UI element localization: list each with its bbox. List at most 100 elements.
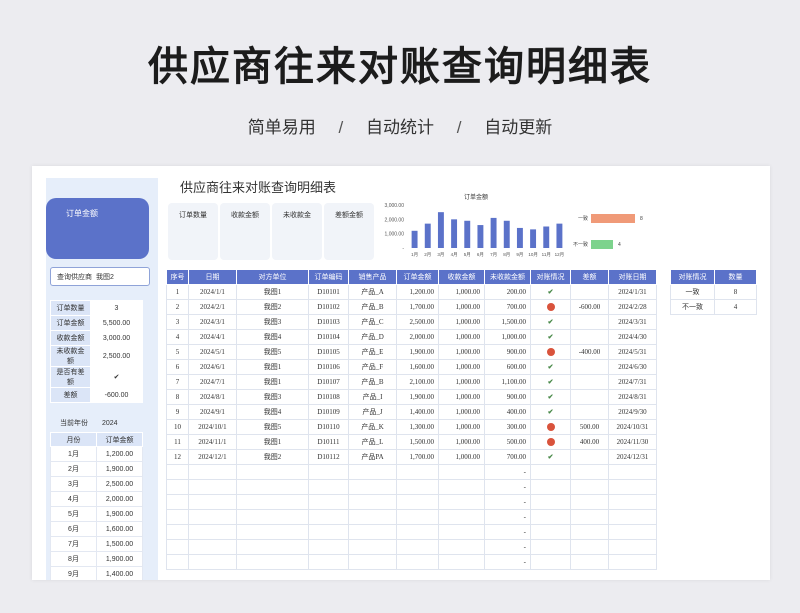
empty-row: - bbox=[166, 554, 657, 570]
empty-cell bbox=[348, 554, 397, 570]
table-cell: 产品_B bbox=[348, 299, 397, 315]
empty-cell bbox=[308, 554, 349, 570]
empty-cell bbox=[348, 494, 397, 510]
year-label: 当前年份 bbox=[60, 420, 88, 427]
table-cell: 300.00 bbox=[484, 419, 531, 435]
empty-cell bbox=[166, 509, 189, 525]
table-cell bbox=[570, 314, 609, 330]
column-header[interactable]: 差额 bbox=[570, 269, 609, 285]
table-cell: 2024/10/1 bbox=[188, 419, 237, 435]
month-cell: 1月 bbox=[50, 446, 97, 462]
table-cell: ✔ bbox=[530, 374, 571, 390]
x-tick-label: 3月 bbox=[437, 252, 444, 258]
empty-row: - bbox=[166, 524, 657, 540]
empty-cell bbox=[236, 464, 309, 480]
table-cell bbox=[570, 284, 609, 300]
column-header[interactable]: 收款金额 bbox=[438, 269, 485, 285]
empty-cell bbox=[348, 539, 397, 555]
table-row[interactable]: 11 2024/11/1 我图1 D10111 产品_L 1,500.00 1,000.00… bbox=[166, 434, 657, 450]
month-row: 1月 1,200.00 bbox=[50, 446, 143, 462]
month-cell: 9月 bbox=[50, 566, 97, 580]
month-cell: 8月 bbox=[50, 551, 97, 567]
y-tick-label: 1,000.00 bbox=[385, 232, 405, 238]
empty-row: - bbox=[166, 464, 657, 480]
column-header[interactable]: 对账情况 bbox=[530, 269, 571, 285]
table-cell: 1,000.00 bbox=[438, 374, 485, 390]
month-row: 4月 2,000.00 bbox=[50, 491, 143, 507]
table-cell: 6 bbox=[166, 359, 189, 375]
table-cell: 1,000.00 bbox=[438, 359, 485, 375]
table-cell: D10108 bbox=[308, 389, 349, 405]
table-row[interactable]: 4 2024/4/1 我图4 D10104 产品_D 2,000.00 1,000.00 1,… bbox=[166, 329, 657, 345]
column-header[interactable]: 订单金额 bbox=[396, 269, 439, 285]
spreadsheet: 订单金额 查询供应商 我图2 订单数量 3 订单金额 5,500.00 收款金额 3,000… bbox=[32, 166, 770, 580]
mismatch-dot-icon bbox=[546, 303, 555, 312]
summary-key: 是否有差额 bbox=[50, 366, 91, 388]
table-row[interactable]: 6 2024/6/1 我图1 D10106 产品_F 1,600.00 1,000.00 60… bbox=[166, 359, 657, 375]
status-row: 一致 8 bbox=[670, 284, 757, 300]
table-cell: 2,100.00 bbox=[396, 374, 439, 390]
table-cell: 2024/1/1 bbox=[188, 284, 237, 300]
empty-cell bbox=[308, 509, 349, 525]
summary-row: 订单金额 5,500.00 bbox=[50, 315, 143, 331]
table-cell: 2024/3/31 bbox=[608, 314, 657, 330]
column-header[interactable]: 序号 bbox=[166, 269, 189, 285]
table-row[interactable]: 9 2024/9/1 我图4 D10109 产品_J 1,400.00 1,000.00 40… bbox=[166, 404, 657, 420]
status-header: 对账情况 bbox=[670, 269, 715, 285]
table-cell: 我图1 bbox=[236, 434, 309, 450]
supplier-selector[interactable]: 查询供应商 我图2 bbox=[50, 267, 150, 286]
summary-value: 5,500.00 bbox=[90, 315, 143, 331]
month-row: 8月 1,900.00 bbox=[50, 551, 143, 567]
table-row[interactable]: 1 2024/1/1 我图1 D10101 产品_A 1,200.00 1,000.00 20… bbox=[166, 284, 657, 300]
column-header[interactable]: 未收款金额 bbox=[484, 269, 531, 285]
table-cell: 产品_A bbox=[348, 284, 397, 300]
column-header[interactable]: 销售产品 bbox=[348, 269, 397, 285]
table-row[interactable]: 12 2024/12/1 我图2 D10112 产品PA 1,700.00 1,000.00… bbox=[166, 449, 657, 465]
table-cell: 1,000.00 bbox=[438, 404, 485, 420]
table-cell: 5 bbox=[166, 344, 189, 360]
empty-cell bbox=[608, 464, 657, 480]
table-cell: 2024/5/31 bbox=[608, 344, 657, 360]
y-tick-label: 3,000.00 bbox=[385, 203, 405, 209]
summary-row: 未收款金额 2,500.00 bbox=[50, 345, 143, 367]
empty-cell bbox=[236, 539, 309, 555]
table-row[interactable]: 3 2024/3/1 我图3 D10103 产品_C 2,500.00 1,000.00 1,… bbox=[166, 314, 657, 330]
table-row[interactable]: 5 2024/5/1 我图5 D10105 产品_E 1,900.00 1,000.00 90… bbox=[166, 344, 657, 360]
empty-cell: - bbox=[484, 554, 531, 570]
summary-key: 订单数量 bbox=[50, 300, 91, 316]
year-value[interactable]: 2024 bbox=[102, 420, 118, 427]
column-header[interactable]: 对方单位 bbox=[236, 269, 309, 285]
mismatch-dot-icon bbox=[546, 423, 555, 432]
table-row[interactable]: 7 2024/7/1 我图1 D10107 产品_B 2,100.00 1,000.00 1,… bbox=[166, 374, 657, 390]
empty-cell bbox=[530, 509, 571, 525]
table-row[interactable]: 10 2024/10/1 我图5 D10110 产品_K 1,300.00 1,000.00… bbox=[166, 419, 657, 435]
status-row: 不一致 4 bbox=[670, 299, 757, 315]
empty-cell bbox=[166, 554, 189, 570]
table-cell: 1,000.00 bbox=[438, 314, 485, 330]
count-header: 数量 bbox=[714, 269, 757, 285]
supplier-value[interactable]: 我图2 bbox=[96, 274, 114, 281]
table-cell: 2024/11/1 bbox=[188, 434, 237, 450]
empty-cell bbox=[308, 464, 349, 480]
table-cell: 我图4 bbox=[236, 404, 309, 420]
empty-cell bbox=[396, 464, 439, 480]
hero-title: 供应商往来对账查询明细表 bbox=[148, 45, 652, 89]
check-icon: ✔ bbox=[547, 288, 554, 296]
empty-cell bbox=[608, 479, 657, 495]
table-cell: 1,700.00 bbox=[396, 299, 439, 315]
table-row[interactable]: 2 2024/2/1 我图2 D10102 产品_B 1,700.00 1,000.00 70… bbox=[166, 299, 657, 315]
table-row[interactable]: 8 2024/8/1 我图3 D10108 产品_I 1,900.00 1,000.00 90… bbox=[166, 389, 657, 405]
table-cell: 1,000.00 bbox=[438, 284, 485, 300]
column-header[interactable]: 订单编码 bbox=[308, 269, 349, 285]
month-header: 月份 bbox=[50, 432, 97, 447]
table-cell bbox=[570, 404, 609, 420]
table-cell: 500.00 bbox=[570, 419, 609, 435]
table-cell: D10103 bbox=[308, 314, 349, 330]
month-amount-cell: 1,900.00 bbox=[96, 506, 143, 522]
bar-value-label: 8 bbox=[640, 216, 643, 222]
chart-bar bbox=[556, 223, 563, 248]
column-header[interactable]: 对账日期 bbox=[608, 269, 657, 285]
column-header[interactable]: 日期 bbox=[188, 269, 237, 285]
empty-cell bbox=[570, 524, 609, 540]
table-cell: 1,500.00 bbox=[396, 434, 439, 450]
